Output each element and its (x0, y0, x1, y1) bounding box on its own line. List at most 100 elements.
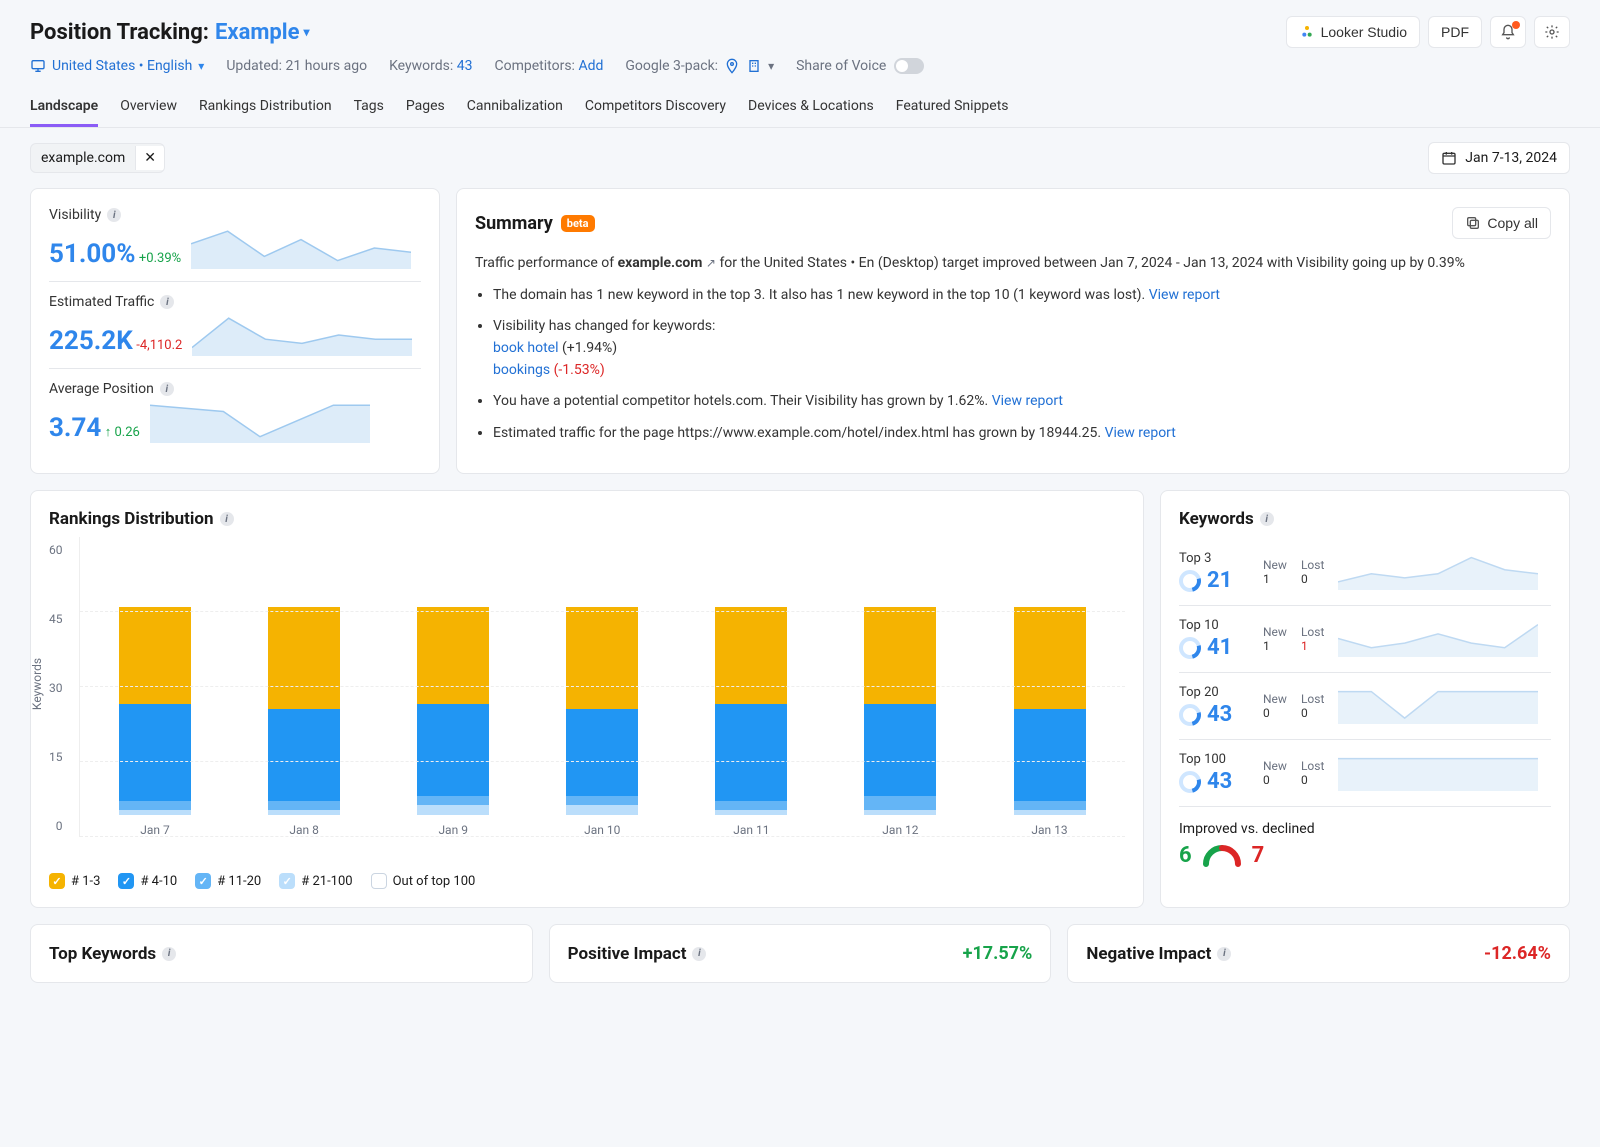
lost-count: Lost1 (1301, 625, 1324, 653)
view-report-link[interactable]: View report (992, 393, 1063, 409)
chart-legend: ✓# 1-3 ✓# 4-10 ✓# 11-20 ✓# 21-100 Out of top… (49, 873, 1125, 889)
copy-icon (1465, 215, 1481, 231)
donut-icon (1179, 771, 1201, 793)
metric-visibility: Visibilityi 51.00% +0.39% (49, 207, 421, 281)
keywords-count[interactable]: Keywords: 43 (389, 58, 472, 74)
bar-column[interactable]: Jan 9 (392, 607, 515, 837)
notifications-button[interactable] (1490, 16, 1526, 48)
looker-studio-button[interactable]: Looker Studio (1286, 16, 1420, 48)
legend-item[interactable]: ✓# 21-100 (279, 873, 352, 889)
info-icon[interactable]: i (160, 382, 174, 396)
view-report-link[interactable]: View report (1105, 425, 1176, 441)
info-icon[interactable]: i (1217, 947, 1231, 961)
lost-count: Lost0 (1301, 759, 1324, 787)
tab-cannibalization[interactable]: Cannibalization (467, 88, 563, 127)
copy-all-button[interactable]: Copy all (1452, 207, 1551, 239)
info-icon[interactable]: i (220, 512, 234, 526)
lost-count: Lost0 (1301, 558, 1324, 586)
keyword-tier-row[interactable]: Top 3 21 New1 Lost0 (1179, 539, 1551, 606)
chevron-down-icon: ▾ (198, 59, 204, 73)
info-icon[interactable]: i (107, 208, 121, 222)
bar-column[interactable]: Jan 11 (690, 607, 813, 837)
locale-selector[interactable]: United States • English ▾ (30, 58, 204, 74)
external-link-icon[interactable]: ↗ (706, 256, 716, 270)
lost-count: Lost0 (1301, 692, 1324, 720)
bar-column[interactable]: Jan 7 (94, 607, 217, 837)
chevron-down-icon: ▾ (303, 25, 309, 39)
date-range-picker[interactable]: Jan 7-13, 2024 (1428, 142, 1570, 174)
notification-dot-icon (1512, 21, 1520, 29)
donut-icon (1179, 704, 1201, 726)
gauge-icon (1202, 844, 1242, 868)
tab-landscape[interactable]: Landscape (30, 88, 98, 127)
tab-devices-locations[interactable]: Devices & Locations (748, 88, 874, 127)
settings-button[interactable] (1534, 16, 1570, 48)
bottom-card-positive-impact[interactable]: Positive Impacti +17.57% (549, 924, 1052, 983)
competitors-add[interactable]: Competitors: Add (495, 58, 604, 74)
pdf-button[interactable]: PDF (1428, 16, 1482, 48)
info-icon[interactable]: i (692, 947, 706, 961)
google-3pack[interactable]: Google 3-pack: ▾ (625, 58, 774, 74)
close-icon[interactable]: ✕ (135, 146, 164, 170)
tab-overview[interactable]: Overview (120, 88, 177, 127)
metric-estimated-traffic: Estimated Traffici 225.2K -4,110.2 (49, 281, 421, 368)
sov-toggle[interactable]: Share of Voice (796, 58, 924, 74)
bottom-card-negative-impact[interactable]: Negative Impacti -12.64% (1067, 924, 1570, 983)
gear-icon (1544, 24, 1560, 40)
tab-pages[interactable]: Pages (406, 88, 445, 127)
sparkline (1338, 621, 1551, 657)
tab-rankings-distribution[interactable]: Rankings Distribution (199, 88, 332, 127)
sparkline (1338, 554, 1551, 590)
legend-item[interactable]: Out of top 100 (371, 873, 476, 889)
bar-column[interactable]: Jan 12 (839, 607, 962, 837)
info-icon[interactable]: i (1260, 512, 1274, 526)
metric-average-position: Average Positioni 3.74 ↑ 0.26 (49, 368, 421, 455)
legend-item[interactable]: ✓# 1-3 (49, 873, 100, 889)
keyword-tier-row[interactable]: Top 100 43 New0 Lost0 (1179, 740, 1551, 807)
tab-featured-snippets[interactable]: Featured Snippets (896, 88, 1009, 127)
building-icon (746, 58, 762, 74)
domain-dropdown[interactable]: Example ▾ (215, 20, 310, 45)
summary-card: Summary beta Copy all Traffic performanc… (456, 188, 1570, 474)
sparkline (1338, 688, 1551, 724)
new-count: New0 (1263, 759, 1287, 787)
info-icon[interactable]: i (162, 947, 176, 961)
bar-chart: Jan 7Jan 8Jan 9Jan 10Jan 11Jan 12Jan 13 (79, 537, 1126, 837)
keyword-tier-row[interactable]: Top 10 41 New1 Lost1 (1179, 606, 1551, 673)
toggle-icon (894, 58, 924, 74)
donut-icon (1179, 637, 1201, 659)
info-icon[interactable]: i (160, 295, 174, 309)
y-axis-label: Keywords (30, 658, 44, 710)
summary-body: Traffic performance of example.com ↗ for… (475, 253, 1551, 455)
domain-filter-chip[interactable]: example.com ✕ (30, 143, 165, 173)
beta-badge: beta (561, 215, 595, 232)
new-count: New0 (1263, 692, 1287, 720)
legend-item[interactable]: ✓# 4-10 (118, 873, 177, 889)
sparkline (1338, 755, 1551, 791)
bar-column[interactable]: Jan 8 (243, 607, 366, 837)
keyword-tier-row[interactable]: Top 20 43 New0 Lost0 (1179, 673, 1551, 740)
sparkline (192, 314, 421, 356)
keyword-link[interactable]: bookings (493, 362, 550, 378)
tab-tags[interactable]: Tags (354, 88, 384, 127)
legend-item[interactable]: ✓# 11-20 (195, 873, 261, 889)
keywords-card: Keywords i Top 3 21 New1 Lost0 Top 10 41… (1160, 490, 1570, 908)
y-axis: 604530150 (49, 537, 69, 857)
bar-column[interactable]: Jan 10 (541, 607, 664, 837)
looker-icon (1299, 24, 1315, 40)
chevron-down-icon: ▾ (768, 59, 774, 73)
new-count: New1 (1263, 558, 1287, 586)
metrics-card: Visibilityi 51.00% +0.39% Estimated Traf… (30, 188, 440, 474)
tab-competitors-discovery[interactable]: Competitors Discovery (585, 88, 726, 127)
rankings-distribution-card: Rankings Distribution i Keywords 6045301… (30, 490, 1144, 908)
sparkline (191, 227, 421, 269)
donut-icon (1179, 570, 1201, 592)
page-title: Position Tracking: Example ▾ (30, 20, 310, 45)
keyword-link[interactable]: book hotel (493, 340, 559, 356)
calendar-icon (1441, 150, 1457, 166)
view-report-link[interactable]: View report (1149, 287, 1220, 303)
location-pin-icon (724, 58, 740, 74)
bottom-card-top-keywords[interactable]: Top Keywordsi (30, 924, 533, 983)
updated-label: Updated: 21 hours ago (226, 58, 367, 74)
bar-column[interactable]: Jan 13 (988, 607, 1111, 837)
